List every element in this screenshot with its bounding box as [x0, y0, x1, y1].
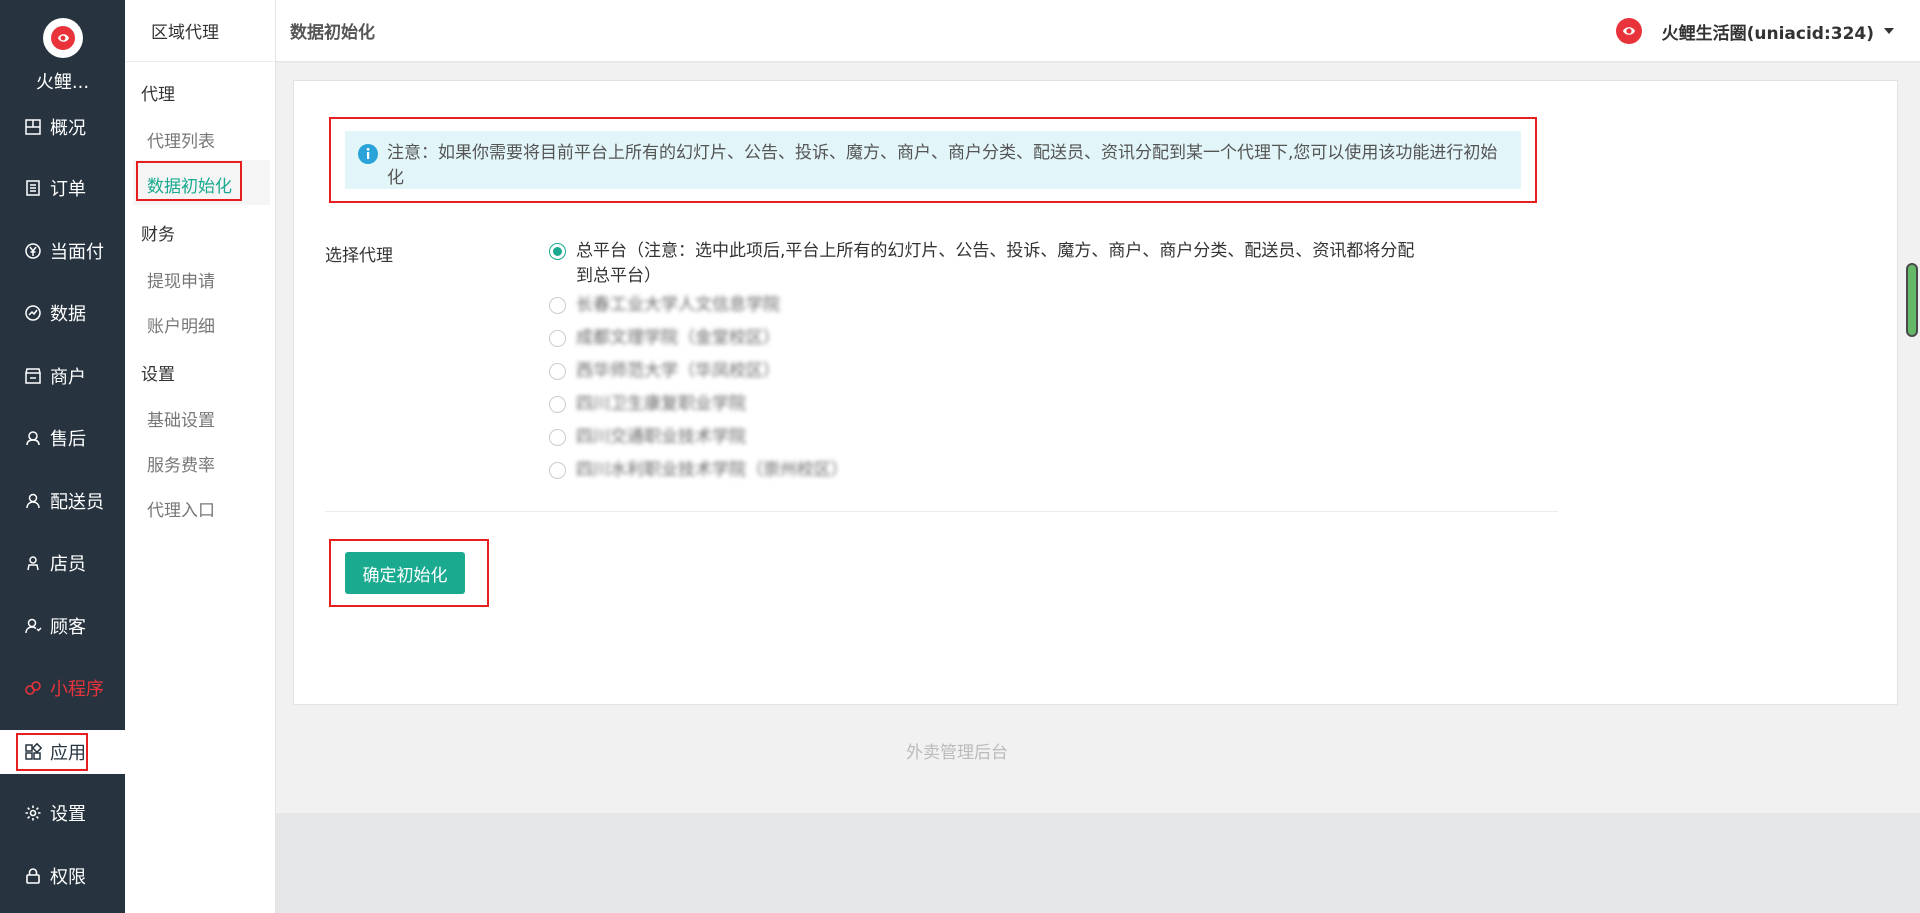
divider — [325, 511, 1558, 512]
init-panel: 注意：如果你需要将目前平台上所有的幻灯片、公告、投诉、魔方、商户、商户分类、配送… — [293, 80, 1898, 705]
select-agent-label: 选择代理 — [325, 246, 393, 266]
brand-logo-icon — [42, 18, 83, 58]
radio-button[interactable] — [549, 396, 566, 413]
highlight-box: 注意：如果你需要将目前平台上所有的幻灯片、公告、投诉、魔方、商户、商户分类、配送… — [329, 117, 1537, 203]
yuan-icon — [22, 240, 44, 262]
radio-button[interactable] — [549, 330, 566, 347]
radio-option-platform[interactable]: 总平台（注意：选中此项后,平台上所有的幻灯片、公告、投诉、魔方、商户、商户分类、… — [549, 239, 1419, 289]
radio-label: 成都文理学院（金堂校区） — [576, 328, 780, 348]
nav-label: 订单 — [50, 179, 86, 200]
brand-logo-icon — [1614, 16, 1644, 46]
nav-label: 设置 — [50, 804, 86, 825]
customer-icon — [22, 615, 44, 637]
radio-option-agent[interactable]: 四川水利职业技术学院（崇州校区） — [549, 458, 848, 483]
radio-option-agent[interactable]: 西华师范大学（华凤校区） — [549, 359, 780, 384]
nav-label: 数据 — [50, 304, 86, 325]
radio-label: 西华师范大学（华凤校区） — [576, 361, 780, 381]
radio-button[interactable] — [549, 243, 566, 260]
scrollbar-thumb[interactable] — [1906, 263, 1918, 337]
subnav-item-service-rate[interactable]: 服务费率 — [147, 451, 215, 476]
subnav-item-agent-entry[interactable]: 代理入口 — [147, 496, 215, 521]
radio-label: 四川卫生康复职业学院 — [576, 394, 746, 414]
subnav-group-agent: 代理 — [141, 85, 175, 105]
main-content: 注意：如果你需要将目前平台上所有的幻灯片、公告、投诉、魔方、商户、商户分类、配送… — [276, 63, 1920, 913]
nav-label: 商户 — [50, 367, 86, 388]
nav-item-facepay[interactable]: 当面付 — [0, 229, 125, 273]
highlight-box: 确定初始化 — [329, 539, 489, 607]
radio-button[interactable] — [549, 297, 566, 314]
nav-label: 权限 — [50, 867, 86, 888]
nav-item-data[interactable]: 数据 — [0, 291, 125, 335]
account-name: 火鲤生活圈(uniacid:324) — [1661, 23, 1874, 44]
brand-name: 火鲤... — [35, 72, 90, 93]
info-icon — [357, 143, 379, 165]
radio-label: 四川交通职业技术学院 — [576, 427, 746, 447]
radio-option-agent[interactable]: 成都文理学院（金堂校区） — [549, 326, 780, 351]
nav-label: 概况 — [50, 118, 86, 139]
nav-label: 配送员 — [50, 492, 104, 513]
clerk-icon — [22, 552, 44, 574]
subnav-header: 区域代理 — [125, 0, 275, 62]
main-sidebar: 火鲤... 概况 订单 当面付 数据 商户 售后 配送员 店员 顾客 小程序 应… — [0, 0, 125, 913]
radio-label: 总平台（注意：选中此项后,平台上所有的幻灯片、公告、投诉、魔方、商户、商户分类、… — [576, 241, 1415, 286]
radio-button[interactable] — [549, 429, 566, 446]
radio-button[interactable] — [549, 462, 566, 479]
page-title: 数据初始化 — [290, 23, 375, 43]
nav-label: 当面付 — [50, 242, 104, 263]
nav-item-merchants[interactable]: 商户 — [0, 354, 125, 398]
subnav-item-data-init[interactable]: 数据初始化 — [147, 172, 232, 197]
nav-item-miniprogram[interactable]: 小程序 — [0, 666, 125, 710]
nav-label: 顾客 — [50, 617, 86, 638]
aftersale-icon — [22, 427, 44, 449]
store-icon — [22, 365, 44, 387]
nav-item-orders[interactable]: 订单 — [0, 166, 125, 210]
radio-option-agent[interactable]: 四川交通职业技术学院 — [549, 425, 746, 450]
highlight-box — [16, 733, 88, 771]
radio-label: 四川水利职业技术学院（崇州校区） — [576, 460, 848, 480]
nav-item-customer[interactable]: 顾客 — [0, 604, 125, 648]
chevron-down-icon — [1884, 28, 1894, 34]
radio-option-agent[interactable]: 长春工业大学人文信息学院 — [549, 293, 780, 318]
nav-item-aftersale[interactable]: 售后 — [0, 416, 125, 460]
sub-sidebar: 区域代理 代理 代理列表 数据初始化 财务 提现申请 账户明细 设置 基础设置 … — [125, 0, 276, 913]
subnav-group-settings: 设置 — [141, 365, 175, 385]
subnav-item-agent-list[interactable]: 代理列表 — [147, 127, 215, 152]
top-header: 数据初始化 火鲤生活圈(uniacid:324) — [276, 0, 1920, 62]
miniprogram-icon — [22, 677, 44, 699]
courier-icon — [22, 490, 44, 512]
nav-item-settings[interactable]: 设置 — [0, 791, 125, 835]
notice-alert: 注意：如果你需要将目前平台上所有的幻灯片、公告、投诉、魔方、商户、商户分类、配送… — [345, 131, 1521, 189]
footer-text: 外卖管理后台 — [906, 743, 1008, 763]
nav-item-clerk[interactable]: 店员 — [0, 541, 125, 585]
notice-text: 注意：如果你需要将目前平台上所有的幻灯片、公告、投诉、魔方、商户、商户分类、配送… — [387, 143, 1498, 188]
brand-area: 火鲤... — [0, 0, 125, 100]
radio-label: 长春工业大学人文信息学院 — [576, 295, 780, 315]
confirm-init-button[interactable]: 确定初始化 — [345, 552, 465, 594]
nav-item-courier[interactable]: 配送员 — [0, 479, 125, 523]
nav-item-permissions[interactable]: 权限 — [0, 854, 125, 898]
nav-label: 售后 — [50, 429, 86, 450]
nav-label: 小程序 — [50, 679, 104, 700]
nav-item-apps[interactable]: 应用 — [0, 730, 125, 774]
radio-button[interactable] — [549, 363, 566, 380]
gear-icon — [22, 802, 44, 824]
overview-icon — [22, 116, 44, 138]
subnav-item-withdraw[interactable]: 提现申请 — [147, 267, 215, 292]
lock-icon — [22, 865, 44, 887]
nav-item-overview[interactable]: 概况 — [0, 105, 125, 149]
chart-icon — [22, 302, 44, 324]
radio-option-agent[interactable]: 四川卫生康复职业学院 — [549, 392, 746, 417]
subnav-group-finance: 财务 — [141, 225, 175, 245]
nav-label: 店员 — [50, 554, 86, 575]
footer-band — [276, 813, 1920, 913]
subnav-item-account-detail[interactable]: 账户明细 — [147, 312, 215, 337]
subnav-item-basic-settings[interactable]: 基础设置 — [147, 406, 215, 431]
account-menu[interactable]: 火鲤生活圈(uniacid:324) — [1614, 0, 1894, 62]
order-icon — [22, 177, 44, 199]
